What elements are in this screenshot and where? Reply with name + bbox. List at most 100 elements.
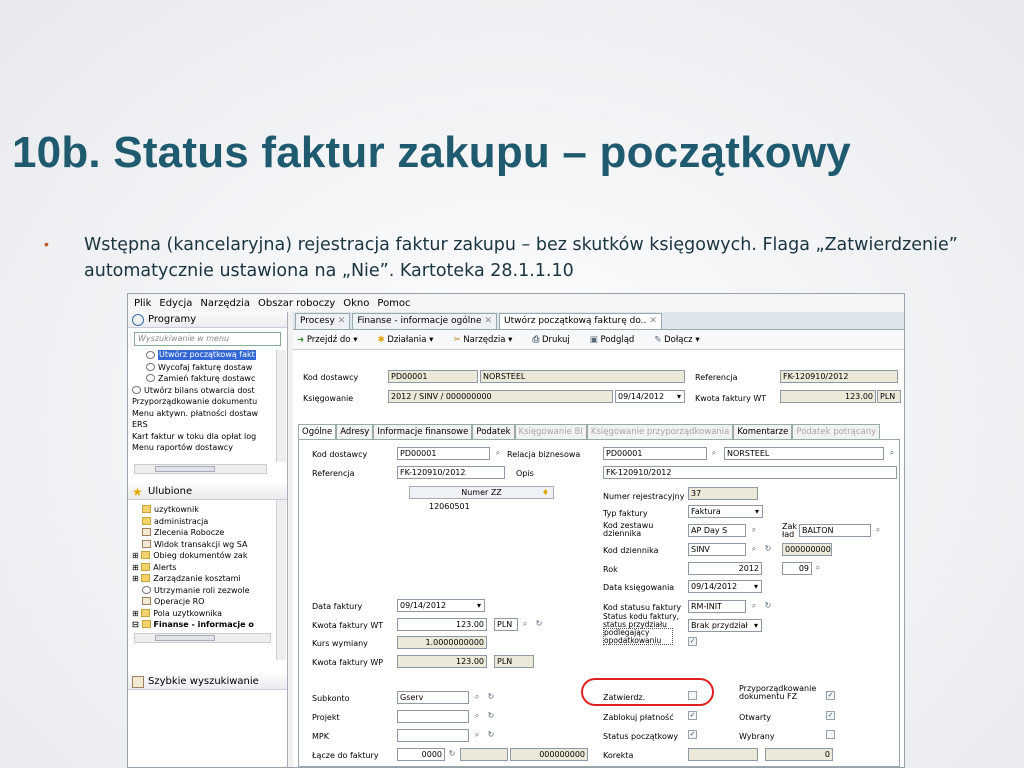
lookup-icon[interactable]: ⌕ — [749, 601, 759, 611]
zablokuj-checkbox[interactable]: ✓ — [688, 711, 697, 720]
subkonto-input[interactable]: Gserv — [397, 691, 469, 704]
typ-select[interactable]: Faktura ▾ — [688, 505, 763, 518]
wybrany-checkbox[interactable] — [826, 730, 835, 739]
menu-obszar-roboczy[interactable]: Obszar roboczy — [258, 298, 335, 309]
tree-item-program[interactable]: Utwórz początkową fakt — [128, 350, 287, 362]
opis-input[interactable]: FK-120910/2012 — [603, 466, 897, 479]
tree-item-favorite[interactable]: ⊞ Pola uzytkownika — [128, 608, 287, 620]
numer-zz-header[interactable]: Numer ZZ ♦ — [409, 486, 554, 499]
tree-item-favorite[interactable]: Utrzymanie roli zezwole — [128, 585, 287, 597]
subtab-ksiegowanie-bi[interactable]: Księgowanie BI — [514, 424, 587, 439]
relacja-nazwa-input[interactable]: NORSTEEL — [724, 447, 884, 460]
refresh-icon[interactable]: ↻ — [763, 544, 773, 554]
close-icon[interactable]: ✕ — [485, 316, 493, 326]
tree-item-favorite[interactable]: Widok transakcji wg SA — [128, 539, 287, 551]
menu-narzedzia[interactable]: Narzędzia — [200, 298, 250, 309]
rok-input[interactable]: 2012 — [688, 562, 762, 575]
menu-okno[interactable]: Okno — [343, 298, 369, 309]
print-button[interactable]: ⎙ Drukuj — [532, 335, 579, 345]
favorites-vscroll[interactable] — [276, 500, 286, 660]
lookup-icon[interactable]: ⌕ — [520, 619, 530, 629]
tab-procesy[interactable]: Procesy ✕ — [295, 313, 351, 329]
refresh-icon[interactable]: ↻ — [447, 749, 457, 759]
subtab-podatek[interactable]: Podatek — [472, 424, 515, 439]
lacze-a-input[interactable]: 0000 — [397, 748, 445, 761]
tree-item-favorite[interactable]: ⊞ Zarządzanie kosztami — [128, 573, 287, 585]
programs-hscroll[interactable] — [134, 464, 267, 474]
zak-lad-input[interactable]: BALTON — [799, 524, 871, 537]
tree-item-program[interactable]: ERS — [128, 419, 287, 431]
menu-plik[interactable]: Plik — [134, 298, 151, 309]
tree-item-program[interactable]: Menu aktywn. płatności dostaw — [128, 408, 287, 420]
tab-utworz-fakture[interactable]: Utwórz początkową fakturę do.. ✕ — [499, 313, 662, 329]
tree-item-favorite[interactable]: Zlecenia Robocze — [128, 527, 287, 539]
status-pocz-checkbox[interactable]: ✓ — [688, 730, 697, 739]
numer-zz-value[interactable]: 12060501 — [429, 502, 470, 512]
header-data-select[interactable]: 09/14/2012 ▾ — [615, 390, 685, 403]
subtab-ogolne[interactable]: Ogólne — [298, 424, 337, 439]
attach-button[interactable]: ✎ Dołącz ▾ — [654, 335, 709, 345]
menu-pomoc[interactable]: Pomoc — [377, 298, 410, 309]
lookup-icon[interactable]: ⌕ — [472, 730, 482, 740]
subtab-adresy[interactable]: Adresy — [336, 424, 374, 439]
relacja-kod-input[interactable]: PD00001 — [603, 447, 707, 460]
goto-button[interactable]: ➜ Przejdź do ▾ — [297, 335, 367, 345]
waluta-input[interactable]: PLN — [494, 618, 518, 631]
tab-finanse[interactable]: Finanse - informacje ogólne ✕ — [352, 313, 498, 329]
quick-search-header[interactable]: Szybkie wyszukiwanie — [128, 674, 287, 690]
tree-item-favorite[interactable]: Operacje RO — [128, 596, 287, 608]
lookup-icon[interactable]: ⌕ — [873, 525, 883, 535]
programs-vscroll[interactable] — [276, 350, 286, 462]
data-faktury-select[interactable]: 09/14/2012 ▾ — [397, 599, 485, 612]
tools-button[interactable]: ✂ Narzędzia ▾ — [453, 335, 522, 345]
kod-dostawcy-input[interactable]: PD00001 — [397, 447, 490, 460]
favorites-header[interactable]: ★ Ulubione — [128, 484, 287, 500]
rok-okres-input[interactable]: 09 — [782, 562, 812, 575]
subtab-ksiegowanie-przyporzadkowania[interactable]: Księgowanie przyporządkowania — [586, 424, 734, 439]
subtab-podatek-potracany[interactable]: Podatek potrącany — [792, 424, 881, 439]
lookup-icon[interactable]: ⌕ — [709, 448, 719, 458]
tree-item-program[interactable]: Przyporządkowanie dokumentu — [128, 396, 287, 408]
lookup-icon[interactable]: ⌕ — [749, 544, 759, 554]
subtab-komentarze[interactable]: Komentarze — [733, 424, 793, 439]
tree-item-favorite[interactable]: ⊞ Obieg dokumentów zak — [128, 550, 287, 562]
close-icon[interactable]: ✕ — [338, 316, 346, 326]
tree-item-favorite[interactable]: administracja — [128, 516, 287, 528]
otwarty-checkbox[interactable]: ✓ — [826, 711, 835, 720]
close-icon[interactable]: ✕ — [649, 316, 657, 326]
programs-header[interactable]: Programy — [128, 312, 287, 328]
lookup-icon[interactable]: ⌕ — [749, 525, 759, 535]
menu-search-input[interactable]: Wyszukiwanie w menu — [134, 332, 281, 346]
lookup-icon[interactable]: ⌕ — [813, 563, 823, 573]
tree-item-program[interactable]: Wycofaj fakturę dostaw — [128, 362, 287, 374]
refresh-icon[interactable]: ↻ — [486, 692, 496, 702]
przyporz-checkbox[interactable]: ✓ — [826, 691, 835, 700]
tree-item-program[interactable]: Menu raportów dostawcy — [128, 442, 287, 454]
tree-item-program[interactable]: Utwórz bilans otwarcia dost — [128, 385, 287, 397]
projekt-input[interactable] — [397, 710, 469, 723]
menu-edycja[interactable]: Edycja — [159, 298, 192, 309]
subtab-informacje-finansowe[interactable]: Informacje finansowe — [373, 424, 473, 439]
mpk-input[interactable] — [397, 729, 469, 742]
status-kodu-select[interactable]: Brak przydział ▾ — [688, 619, 762, 632]
favorites-hscroll[interactable] — [134, 632, 271, 643]
refresh-icon[interactable]: ↻ — [534, 619, 544, 629]
tree-item-program[interactable]: Kart faktur w toku dla opłat log — [128, 431, 287, 443]
lookup-icon[interactable]: ⌕ — [472, 692, 482, 702]
refresh-icon[interactable]: ↻ — [763, 601, 773, 611]
lookup-icon[interactable]: ⌕ — [472, 711, 482, 721]
lookup-icon[interactable]: ⌕ — [887, 448, 897, 458]
referencja-input[interactable]: FK-120910/2012 — [397, 466, 505, 479]
kod-zestawu-input[interactable]: AP Day S — [688, 524, 746, 537]
refresh-icon[interactable]: ↻ — [486, 730, 496, 740]
preview-button[interactable]: ▣ Podgląd — [590, 335, 645, 345]
lookup-icon[interactable]: ⌕ — [493, 448, 503, 458]
actions-button[interactable]: ✱ Działania ▾ — [377, 335, 443, 345]
kod-dziennika-input[interactable]: SINV — [688, 543, 746, 556]
data-ksieg-select[interactable]: 09/14/2012 ▾ — [688, 580, 762, 593]
kod-statusu-input[interactable]: RM-INIT — [688, 600, 746, 613]
tree-item-favorite[interactable]: ⊞ Alerts — [128, 562, 287, 574]
tree-item-favorite[interactable]: uzytkownik — [128, 504, 287, 516]
tree-item-favorite[interactable]: ⊟ Finanse - informacje o — [128, 619, 287, 631]
podlegajacy-checkbox[interactable]: ✓ — [688, 637, 697, 646]
